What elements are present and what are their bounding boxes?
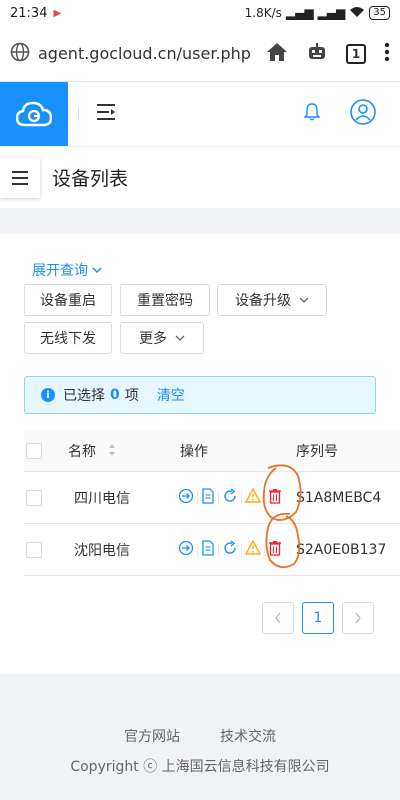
device-name: 沈阳电信: [74, 542, 130, 559]
wireless-deploy-button[interactable]: 无线下发: [24, 322, 112, 354]
device-restart-button[interactable]: 设备重启: [24, 284, 112, 316]
tab-count-button[interactable]: 1: [346, 43, 366, 64]
page-number-button[interactable]: 1: [302, 602, 334, 634]
wireless-deploy-label: 无线下发: [40, 331, 96, 347]
name-header-label: 名称: [68, 443, 96, 460]
device-name: 四川电信: [74, 490, 130, 507]
refresh-icon[interactable]: [222, 539, 238, 560]
more-dropdown[interactable]: 更多: [120, 322, 204, 354]
selection-alert: i 已选择 0 项 清空: [24, 376, 376, 414]
refresh-icon[interactable]: [222, 487, 238, 508]
table-header: 名称 操作 序列号: [24, 430, 400, 472]
signal-icon: ▂▄▆: [285, 6, 314, 20]
status-bar: 21:34 ▶ 1.8K/s ▂▄▆ ▂▄▆ 35: [0, 0, 400, 26]
signal-icon-2: ▂▄▆: [317, 6, 346, 20]
battery-icon: 35: [369, 6, 390, 20]
action-divider: [197, 542, 198, 557]
sort-icon[interactable]: [108, 443, 116, 461]
address-bar[interactable]: agent.gocloud.cn/user.php: [10, 42, 260, 66]
name-column-header[interactable]: 名称: [68, 441, 116, 461]
device-upgrade-dropdown[interactable]: 设备升级: [217, 284, 327, 316]
action-divider: [197, 490, 198, 505]
row-checkbox[interactable]: [26, 541, 42, 558]
status-right: 1.8K/s ▂▄▆ ▂▄▆ 35: [245, 6, 390, 21]
expand-query-label: 展开查询: [32, 263, 88, 279]
wifi-icon: [349, 6, 365, 21]
selection-prefix: 已选择: [63, 388, 105, 404]
reset-password-button[interactable]: 重置密码: [120, 284, 210, 316]
net-speed: 1.8K/s: [244, 6, 282, 20]
page-title-bar: 设备列表: [0, 146, 400, 208]
info-icon: i: [41, 388, 55, 402]
robot-icon[interactable]: [306, 41, 328, 67]
serial-column-header: 序列号: [296, 443, 338, 460]
ops-column-header: 操作: [180, 443, 208, 460]
more-vertical-icon[interactable]: [384, 42, 390, 66]
action-divider: [241, 490, 242, 505]
tech-exchange-link[interactable]: 技术交流: [220, 726, 276, 746]
device-table: 名称 操作 序列号 四川电信 S1A8MEBC4 沈阳电信 S2A0E0B137: [24, 430, 400, 576]
cloud-logo-icon[interactable]: [0, 82, 68, 146]
expand-query-link[interactable]: 展开查询: [32, 260, 102, 280]
copyright-text: Copyright ⓒ 上海国云信息科技有限公司: [70, 759, 330, 775]
select-all-checkbox[interactable]: [26, 442, 42, 459]
device-list-card: 展开查询 设备重启 重置密码 设备升级 无线下发 更多 i 已选择 0 项 清空: [0, 234, 400, 674]
table-row: 沈阳电信 S2A0E0B137: [24, 512, 400, 576]
device-upgrade-label: 设备升级: [235, 293, 291, 309]
prev-page-button[interactable]: [262, 602, 294, 634]
status-time: 21:34: [10, 5, 48, 21]
login-icon[interactable]: [178, 540, 194, 560]
file-icon[interactable]: [201, 539, 215, 560]
url-text: agent.gocloud.cn/user.php: [38, 44, 251, 63]
annotation-circle: [265, 512, 301, 569]
user-icon[interactable]: [350, 99, 376, 129]
more-label: 更多: [139, 331, 167, 347]
row-checkbox[interactable]: [26, 489, 42, 506]
action-divider: [218, 542, 219, 557]
clear-selection-link[interactable]: 清空: [157, 385, 185, 405]
warning-icon[interactable]: [244, 487, 262, 507]
next-page-button[interactable]: [342, 602, 374, 634]
official-site-link[interactable]: 官方网站: [124, 726, 180, 746]
globe-icon: [10, 42, 30, 66]
header-divider: [78, 107, 79, 121]
file-icon[interactable]: [201, 487, 215, 508]
device-serial: S2A0E0B137: [296, 541, 387, 558]
menu-fold-icon[interactable]: [97, 104, 117, 124]
login-icon[interactable]: [178, 488, 194, 508]
chevron-down-icon: [299, 292, 309, 308]
home-icon[interactable]: [266, 42, 288, 66]
table-row: 四川电信 S1A8MEBC4: [24, 464, 400, 524]
app-notification-icon: ▶: [53, 7, 62, 19]
browser-toolbar: agent.gocloud.cn/user.php 1: [0, 26, 400, 82]
footer-links: 官方网站 技术交流: [0, 726, 400, 746]
hamburger-icon[interactable]: [0, 157, 40, 198]
action-divider: [218, 490, 219, 505]
bell-icon[interactable]: [303, 103, 321, 125]
selection-suffix: 项: [124, 388, 139, 404]
chevron-down-icon: [92, 262, 102, 278]
device-serial: S1A8MEBC4: [296, 489, 382, 506]
app-header: [0, 82, 400, 146]
selection-count: 0: [110, 387, 120, 403]
chevron-down-icon: [175, 330, 185, 346]
device-restart-label: 设备重启: [40, 293, 96, 309]
reset-password-label: 重置密码: [137, 293, 193, 309]
warning-icon[interactable]: [244, 539, 262, 559]
action-divider: [241, 542, 242, 557]
page-title: 设备列表: [52, 168, 129, 190]
